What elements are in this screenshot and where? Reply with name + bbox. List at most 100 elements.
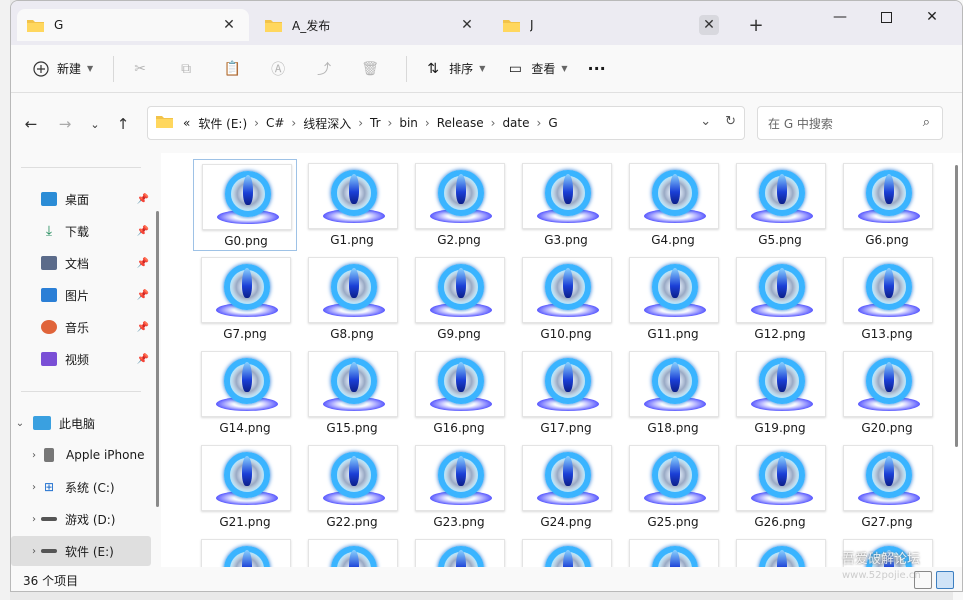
file-item[interactable]: G3.png: [514, 159, 618, 251]
file-item[interactable]: [300, 535, 404, 567]
sidebar-item-music[interactable]: 音乐 📌: [11, 312, 151, 342]
share-button[interactable]: ⤴: [306, 53, 348, 85]
file-item[interactable]: G15.png: [300, 347, 404, 439]
file-item[interactable]: G26.png: [728, 441, 832, 533]
close-tab-icon[interactable]: ✕: [219, 15, 239, 35]
file-item[interactable]: G5.png: [728, 159, 832, 251]
breadcrumb-overflow[interactable]: «: [183, 116, 190, 130]
file-item[interactable]: G16.png: [407, 347, 511, 439]
chevron-right-icon[interactable]: ›: [27, 546, 41, 557]
sort-button[interactable]: ⇅ 排序 ▼: [415, 53, 493, 85]
chevron-down-icon[interactable]: ⌄: [13, 418, 27, 429]
file-item[interactable]: G23.png: [407, 441, 511, 533]
up-button[interactable]: ↑: [111, 113, 135, 135]
file-item[interactable]: G2.png: [407, 159, 511, 251]
pin-icon[interactable]: 📌: [137, 226, 149, 237]
file-item[interactable]: G0.png: [193, 159, 297, 251]
sidebar-item-software-e[interactable]: › 软件 (E:): [11, 536, 151, 566]
close-tab-icon[interactable]: ✕: [457, 15, 477, 35]
breadcrumb-segment[interactable]: Release: [437, 116, 484, 130]
file-item[interactable]: G11.png: [621, 253, 725, 345]
tab-a-fabu[interactable]: A_发布 ✕: [255, 9, 487, 41]
breadcrumb-segment[interactable]: date: [502, 116, 529, 130]
close-window-button[interactable]: ✕: [909, 1, 955, 33]
chevron-right-icon[interactable]: ›: [27, 482, 41, 493]
breadcrumb-segment[interactable]: C#: [266, 116, 284, 130]
chevron-right-icon[interactable]: ›: [27, 514, 41, 525]
content-scrollbar[interactable]: [955, 165, 958, 447]
sidebar-item-apple-iphone[interactable]: › Apple iPhone: [11, 440, 151, 470]
delete-button[interactable]: 🗑: [352, 53, 394, 85]
file-item[interactable]: G12.png: [728, 253, 832, 345]
sidebar-item-documents[interactable]: 文档 📌: [11, 248, 151, 278]
sidebar-item-this-pc[interactable]: ⌄ 此电脑: [11, 408, 151, 438]
pin-icon[interactable]: 📌: [137, 322, 149, 333]
pin-icon[interactable]: 📌: [137, 290, 149, 301]
file-item[interactable]: G8.png: [300, 253, 404, 345]
sidebar-item-desktop[interactable]: 桌面 📌: [11, 184, 151, 214]
sidebar-item-downloads[interactable]: ⤓ 下载 📌: [11, 216, 151, 246]
sidebar-item-games-d[interactable]: › 游戏 (D:): [11, 504, 151, 534]
paste-button[interactable]: 📋: [214, 53, 256, 85]
pin-icon[interactable]: 📌: [137, 354, 149, 365]
file-item[interactable]: G22.png: [300, 441, 404, 533]
breadcrumb-segment[interactable]: G: [548, 116, 557, 130]
document-icon: [41, 256, 57, 270]
chevron-right-icon[interactable]: ›: [27, 450, 41, 461]
file-item[interactable]: [514, 535, 618, 567]
file-item[interactable]: G24.png: [514, 441, 618, 533]
file-item[interactable]: [407, 535, 511, 567]
file-item[interactable]: G13.png: [835, 253, 939, 345]
breadcrumb-segment[interactable]: 软件 (E:): [198, 115, 247, 132]
item-count: 36 个项目: [23, 573, 79, 588]
tab-g[interactable]: G ✕: [17, 9, 249, 41]
file-grid: G0.png G1.png G2.png G3.png G4.png G5.png G6.p…: [161, 153, 962, 567]
file-item[interactable]: [728, 535, 832, 567]
cut-button[interactable]: ✂: [122, 53, 164, 85]
file-item[interactable]: G10.png: [514, 253, 618, 345]
search-input[interactable]: 在 G 中搜索 ⌕: [757, 106, 943, 140]
refresh-icon[interactable]: ↻: [725, 114, 736, 129]
thumbnail-view-button[interactable]: [936, 571, 954, 589]
file-item[interactable]: G17.png: [514, 347, 618, 439]
sidebar-item-system-c[interactable]: › ⊞ 系统 (C:): [11, 472, 151, 502]
minimize-button[interactable]: —: [817, 1, 863, 33]
new-button[interactable]: 新建 ▼: [23, 53, 101, 85]
file-item[interactable]: G14.png: [193, 347, 297, 439]
chevron-down-icon[interactable]: ⌄: [700, 114, 711, 129]
file-item[interactable]: G4.png: [621, 159, 725, 251]
pin-icon[interactable]: 📌: [137, 258, 149, 269]
breadcrumb-segment[interactable]: 线程深入: [303, 115, 351, 132]
back-button[interactable]: ←: [19, 113, 43, 135]
sidebar-item-pictures[interactable]: 图片 📌: [11, 280, 151, 310]
copy-button[interactable]: ⧉: [168, 53, 210, 85]
file-item[interactable]: G25.png: [621, 441, 725, 533]
tab-j[interactable]: J ✕: [493, 9, 729, 41]
view-button[interactable]: ▭ 查看 ▼: [497, 53, 575, 85]
new-tab-button[interactable]: +: [744, 13, 768, 37]
file-item[interactable]: G19.png: [728, 347, 832, 439]
sidebar-item-videos[interactable]: 视频 📌: [11, 344, 151, 374]
file-item[interactable]: [621, 535, 725, 567]
file-item[interactable]: G18.png: [621, 347, 725, 439]
file-item[interactable]: G20.png: [835, 347, 939, 439]
file-item[interactable]: G9.png: [407, 253, 511, 345]
search-icon: ⌕: [922, 115, 930, 130]
file-item[interactable]: G6.png: [835, 159, 939, 251]
file-item[interactable]: G21.png: [193, 441, 297, 533]
breadcrumb-segment[interactable]: bin: [399, 116, 418, 130]
sidebar-scrollbar[interactable]: [156, 211, 159, 507]
maximize-button[interactable]: [863, 1, 909, 33]
pin-icon[interactable]: 📌: [137, 194, 149, 205]
breadcrumb-segment[interactable]: Tr: [370, 116, 381, 130]
recent-locations-button[interactable]: ⌄: [83, 113, 107, 135]
close-tab-icon[interactable]: ✕: [699, 15, 719, 35]
file-item[interactable]: G7.png: [193, 253, 297, 345]
file-item[interactable]: G27.png: [835, 441, 939, 533]
rename-button[interactable]: Ⓐ: [260, 53, 302, 85]
forward-button[interactable]: →: [53, 113, 77, 135]
file-item[interactable]: G1.png: [300, 159, 404, 251]
file-item[interactable]: [193, 535, 297, 567]
more-options-button[interactable]: ···: [580, 53, 614, 85]
address-bar[interactable]: « 软件 (E:) › C# › 线程深入 › Tr › bin › Release › d…: [147, 106, 745, 140]
